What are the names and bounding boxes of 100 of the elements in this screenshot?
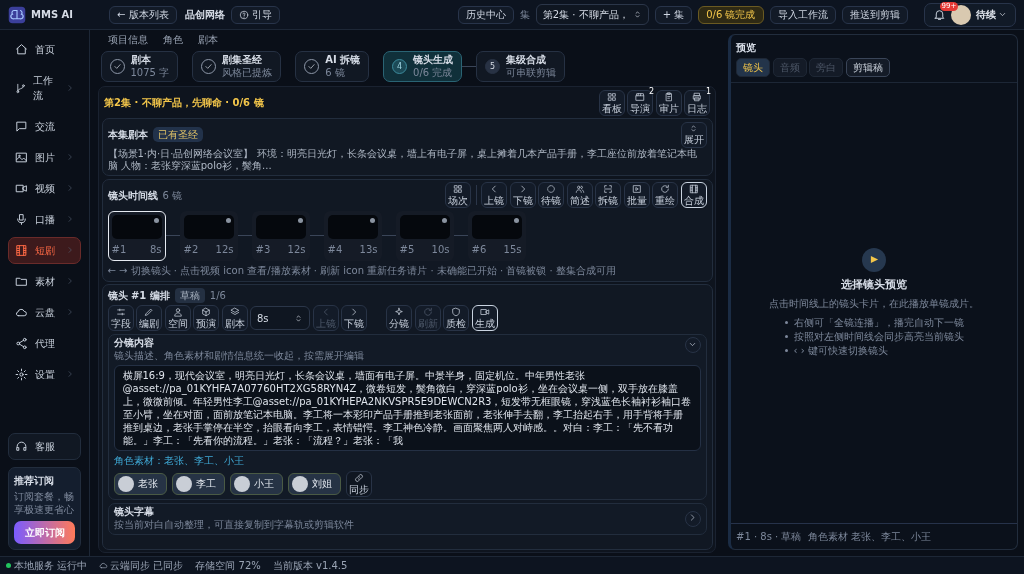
sidebar-item[interactable]: 代理 <box>8 330 81 357</box>
help-icon <box>239 9 250 20</box>
toolbar-button[interactable]: 简述 <box>566 182 593 208</box>
toolbar-button[interactable]: 预演 <box>193 305 219 331</box>
step-title: 集级合成 <box>506 54 548 67</box>
chevron-right-icon <box>688 513 697 522</box>
shot-card[interactable]: #1 8s <box>107 210 166 261</box>
sidebar-item[interactable]: 图片 <box>8 144 81 171</box>
sync-button[interactable]: 同步 <box>345 470 372 497</box>
guide-button[interactable]: 引导 <box>231 5 280 24</box>
status-dot <box>441 217 447 223</box>
card-title: 镜头时间线 <box>107 188 158 203</box>
toolbar-button[interactable]: 质检 <box>443 305 469 331</box>
toolbar-button[interactable]: 分镜 <box>386 305 412 331</box>
user-menu-button[interactable]: 待续 <box>975 7 1007 22</box>
status-item: 存储空间 72% <box>195 559 261 573</box>
toolbar-button[interactable]: 下镜 <box>341 305 367 331</box>
toolbar-button[interactable]: 待镜 <box>538 182 564 208</box>
toolbar-button[interactable]: 字段 <box>107 305 134 331</box>
toolbar-button[interactable]: 生成 <box>471 305 498 331</box>
history-button[interactable]: 历史中心 <box>457 5 514 24</box>
toolbar-button[interactable]: 上镜 <box>481 182 507 208</box>
expand-button[interactable]: 展开 <box>680 121 707 148</box>
toolbar-button[interactable]: 场次 <box>445 182 471 208</box>
step-subtitle: 1075 字 <box>130 66 170 79</box>
sidebar-item[interactable]: 视频 <box>8 175 81 202</box>
toolbar-button[interactable]: 重绘 <box>652 182 678 208</box>
link-icon <box>353 472 364 483</box>
step-number: 4 <box>392 59 408 74</box>
project-tab[interactable]: 角色 <box>163 32 183 47</box>
step-title: AI 拆镜 <box>325 54 361 67</box>
promo-text: 订阅套餐，畅享极速更省心 <box>14 490 75 516</box>
chevron-right-icon <box>66 246 74 255</box>
import-workflow-button[interactable]: 导入工作流 <box>769 5 836 24</box>
support-button[interactable]: 客服 <box>8 433 81 460</box>
project-tab[interactable]: 剧本 <box>198 32 218 47</box>
character-chip[interactable]: 刘姐 <box>287 472 341 495</box>
toolbar-button[interactable]: 剧本 <box>221 305 248 331</box>
toolbar-button[interactable]: 导演 2 <box>627 89 653 116</box>
sidebar-item[interactable]: 交流 <box>8 113 81 140</box>
toolbar-button[interactable]: 空间 <box>164 305 191 331</box>
shot-card[interactable]: #4 13s <box>323 210 382 261</box>
step-card[interactable]: 5 集级合成 可串联剪辑 <box>476 51 566 82</box>
step-card[interactable]: 剧本 1075 字 <box>100 51 179 82</box>
subscribe-button[interactable]: 立即订阅 <box>14 521 75 544</box>
shot-card[interactable]: #5 10s <box>395 210 454 261</box>
chevron-right-icon <box>349 307 359 317</box>
duration-select[interactable]: 8s <box>250 306 310 330</box>
preview-tab[interactable]: 剪辑稿 <box>845 57 890 77</box>
open-button[interactable] <box>684 510 701 527</box>
push-to-edit-button[interactable]: 推送到剪辑 <box>841 5 908 24</box>
toolbar-button[interactable]: 拆镜 <box>595 182 621 208</box>
toolbar-button[interactable]: 合成 <box>680 182 707 208</box>
toolbar-button[interactable]: 看板 <box>598 89 625 116</box>
play-button[interactable] <box>862 247 886 272</box>
toolbar-button[interactable]: 批量 <box>623 182 650 208</box>
play-icon <box>869 255 879 265</box>
grid-icon <box>453 184 463 194</box>
step-card[interactable]: AI 拆镜 6 镜 <box>295 51 370 82</box>
shot-duration: 13s <box>359 242 378 257</box>
sidebar-item[interactable]: 设置 <box>8 361 81 388</box>
step-subtitle: 6 镜 <box>325 66 346 79</box>
toolbar-button[interactable]: 审片 <box>655 89 682 116</box>
panel-title: 预览 <box>736 41 757 55</box>
character-chip[interactable]: 小王 <box>229 472 283 495</box>
step-card[interactable]: 4 镜头生成 0/6 完成 <box>383 51 463 82</box>
preview-tab[interactable]: 镜头 <box>736 57 770 77</box>
promo-title: 推荐订阅 <box>14 473 55 488</box>
sidebar-item[interactable]: 口播 <box>8 206 81 233</box>
sidebar-item[interactable]: 素材 <box>8 268 81 295</box>
shot-duration: 12s <box>287 242 306 257</box>
shot-card[interactable]: #2 12s <box>179 210 238 261</box>
person-icon <box>172 307 183 317</box>
status-dot <box>369 217 375 223</box>
project-tab[interactable]: 项目信息 <box>108 32 148 47</box>
shot-position: 1/6 <box>209 288 226 303</box>
add-episode-button[interactable]: + 集 <box>654 5 693 24</box>
notification-button[interactable] <box>932 8 946 21</box>
toolbar-button[interactable]: 编剧 <box>136 305 162 331</box>
status-dot <box>153 217 159 223</box>
refresh-icon <box>422 307 433 317</box>
sidebar-item[interactable]: 工作流 <box>8 67 81 109</box>
character-chip[interactable]: 李工 <box>171 472 225 495</box>
sparkle-icon <box>394 307 404 317</box>
character-chip[interactable]: 老张 <box>113 472 167 495</box>
back-button[interactable]: ← 版本列表 <box>109 5 177 24</box>
shot-description-field[interactable]: 横屏16:9，现代会议室，明亮日光灯，长条会议桌，墙面有电子屏。中景半身，固定机位。中年男性老张@asset://pa_01KYHFA7A07760HT2XG58RYN4Z，微卷短发，鬓角微白，穿深蓝polo衫，坐在会议桌一侧，双手放在膝盖上，微微前倾。年轻男性李工@asset://pa_01KYHEPA2NKVSPR5E9DEWCN2R3，短发带无框眼镜，穿浅蓝色长袖衬衫袖口卷至小臂，坐在对面，面前放笔记本电脑。李工将一本彩印产品手册推到老张面前，老张伸手去翻，李工抬起右手，用手背将手册推到桌边，老张手掌停在半空，抬眼看向李工，表情错愕。李工神色冷静。画面聚焦两人对峙感。。对白：李工：「先不看功能。」李工：「先看你的流程。」老张：「流程？」老张：「我 <box>113 364 701 451</box>
shot-card[interactable]: #3 12s <box>251 210 310 261</box>
shot-card[interactable]: #6 15s <box>467 210 526 261</box>
episode-select[interactable]: 第2集 · 不聊产品， <box>535 4 649 25</box>
sidebar-item[interactable]: 首页 <box>8 36 81 63</box>
tip-text: 按照对左侧时间线会同步高亮当前镜头 <box>793 329 964 344</box>
sidebar-item[interactable]: 短剧 <box>8 237 81 264</box>
step-card[interactable]: 剧集圣经 风格已提炼 <box>192 51 282 82</box>
toolbar-button[interactable]: 日志 1 <box>684 89 710 116</box>
tip-text: ‹ › 键可快速切换镜头 <box>793 343 888 358</box>
chevron-left-icon <box>489 184 499 194</box>
sidebar-item[interactable]: 云盘 <box>8 299 81 326</box>
step-subtitle: 风格已提炼 <box>222 66 273 79</box>
toolbar-button[interactable]: 下镜 <box>509 182 536 208</box>
